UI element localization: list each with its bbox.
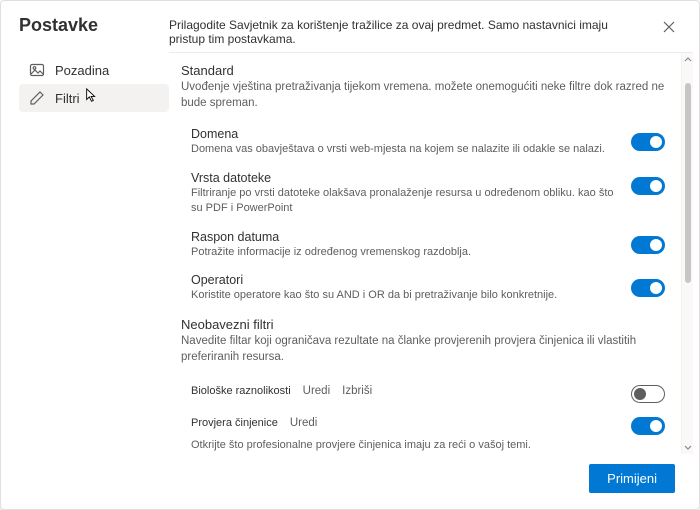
- filter-name: Operatori: [191, 273, 619, 287]
- toggle-biodiversity[interactable]: [631, 385, 665, 403]
- toggle-factcheck[interactable]: [631, 417, 665, 435]
- sidebar-item-filters[interactable]: Filtri: [19, 84, 169, 112]
- dialog-footer: Primijeni: [1, 454, 699, 509]
- filter-row-operators: Operatori Koristite operatore kao što su…: [181, 267, 671, 311]
- section-desc-optional: Navedite filtar koji ograničava rezultat…: [181, 334, 671, 365]
- close-button[interactable]: [657, 15, 681, 39]
- scrollbar-up-arrow[interactable]: [682, 53, 693, 67]
- dialog-body: Pozadina Filtri Standard Uvođenje vješti…: [1, 52, 699, 454]
- toggle-filetype[interactable]: [631, 177, 665, 195]
- filter-desc: Domena vas obavještava o vrsti web-mjest…: [191, 142, 619, 157]
- chevron-up-icon: [684, 56, 692, 64]
- filter-desc: Filtriranje po vrsti datoteke olakšava p…: [191, 186, 619, 216]
- settings-dialog: Postavke Prilagodite Savjetnik za korišt…: [0, 0, 700, 510]
- edit-link[interactable]: Uredi: [290, 417, 317, 429]
- sidebar-item-background[interactable]: Pozadina: [19, 56, 169, 84]
- chevron-down-icon: [684, 443, 692, 451]
- toggle-daterange[interactable]: [631, 236, 665, 254]
- filter-desc: Koristite operatore kao što su AND i OR …: [191, 288, 619, 303]
- optional-filter-name: Provjera činjenice: [191, 417, 278, 429]
- scrollbar[interactable]: [681, 53, 693, 454]
- sidebar-item-label: Pozadina: [55, 63, 109, 78]
- toggle-domain[interactable]: [631, 133, 665, 151]
- sidebar: Pozadina Filtri: [19, 52, 169, 454]
- section-desc-standard: Uvođenje vještina pretraživanja tijekom …: [181, 80, 671, 111]
- apply-button[interactable]: Primijeni: [589, 464, 675, 493]
- filter-row-domain: Domena Domena vas obavještava o vrsti we…: [181, 121, 671, 165]
- optional-row-biodiversity: Biološke raznolikosti Uredi Izbriši: [181, 375, 671, 407]
- filter-name: Domena: [191, 127, 619, 141]
- page-subtitle: Prilagodite Savjetnik za korištenje traž…: [169, 15, 657, 46]
- filter-desc: Potražite informacije iz određenog vreme…: [191, 245, 619, 260]
- optional-row-factcheck: Provjera činjenice Uredi: [181, 407, 671, 439]
- pencil-icon: [29, 90, 45, 106]
- optional-filter-name: Biološke raznolikosti: [191, 385, 291, 397]
- section-title-standard: Standard: [181, 63, 671, 78]
- content-panel: Standard Uvođenje vještina pretraživanja…: [169, 52, 693, 454]
- dialog-header: Postavke Prilagodite Savjetnik za korišt…: [1, 1, 699, 52]
- scrollbar-thumb[interactable]: [685, 83, 691, 283]
- filter-name: Vrsta datoteke: [191, 171, 619, 185]
- toggle-operators[interactable]: [631, 279, 665, 297]
- optional-section: Neobavezni filtri Navedite filtar koji o…: [181, 317, 671, 454]
- sidebar-item-label: Filtri: [55, 91, 80, 106]
- scrollbar-down-arrow[interactable]: [682, 440, 693, 454]
- close-icon: [663, 21, 675, 33]
- cursor-icon: [84, 88, 100, 104]
- filter-row-filetype: Vrsta datoteke Filtriranje po vrsti dato…: [181, 165, 671, 224]
- section-title-optional: Neobavezni filtri: [181, 317, 671, 332]
- filter-name: Raspon datuma: [191, 230, 619, 244]
- edit-link[interactable]: Uredi: [303, 385, 330, 397]
- scroll-area: Standard Uvođenje vještina pretraživanja…: [169, 53, 681, 454]
- page-title: Postavke: [19, 15, 169, 36]
- optional-filter-desc: Otkrijte što profesionalne provjere činj…: [181, 439, 671, 454]
- image-icon: [29, 62, 45, 78]
- delete-link[interactable]: Izbriši: [342, 385, 372, 397]
- filter-row-daterange: Raspon datuma Potražite informacije iz o…: [181, 224, 671, 268]
